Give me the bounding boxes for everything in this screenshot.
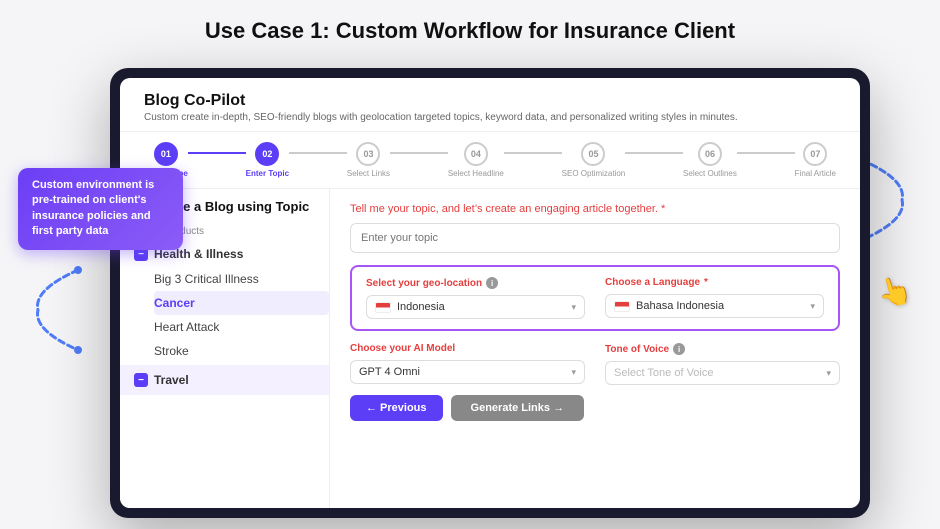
connector-1-2: [188, 152, 246, 154]
step-5[interactable]: 05 SEO Optimization: [562, 142, 626, 178]
connector-5-6: [625, 152, 683, 154]
step-3-circle: 03: [356, 142, 380, 166]
sidebar-item-cancer[interactable]: Cancer: [154, 291, 329, 315]
tablet-frame: Blog Co-Pilot Custom create in-depth, SE…: [110, 68, 870, 518]
tone-select[interactable]: Select Tone of Voice ▾: [605, 361, 840, 385]
sidebar-item-big3[interactable]: Big 3 Critical Illness: [154, 267, 329, 291]
step-2-label: Enter Topic: [246, 169, 289, 178]
lang-select[interactable]: Bahasa Indonesia ▾: [605, 294, 824, 318]
travel-expand-icon: −: [134, 373, 148, 387]
connector-6-7: [737, 152, 795, 154]
step-1-circle: 01: [154, 142, 178, 166]
step-3[interactable]: 03 Select Links: [347, 142, 390, 178]
geo-chevron-icon: ▾: [571, 302, 576, 313]
sidebar-item-stroke[interactable]: Stroke: [154, 339, 329, 363]
connector-3-4: [390, 152, 448, 154]
step-7-label: Final Article: [795, 169, 836, 178]
lang-required: *: [704, 277, 708, 288]
step-6-label: Select Outlines: [683, 169, 737, 178]
hand-cursor-icon: 👆: [873, 271, 915, 312]
generate-button[interactable]: Generate Links →: [451, 395, 585, 421]
bahasa-flag: [614, 301, 630, 312]
lang-label: Choose a Language *: [605, 277, 824, 288]
sidebar-item-heartattack[interactable]: Heart Attack: [154, 315, 329, 339]
sidebar-category-travel[interactable]: − Travel: [120, 365, 329, 395]
step-7[interactable]: 07 Final Article: [795, 142, 836, 178]
geo-value: Indonesia: [397, 301, 565, 313]
tone-info-icon: i: [673, 343, 685, 355]
model-group: Choose your AI Model GPT 4 Omni ▾: [350, 343, 585, 385]
lang-group: Choose a Language * Bahasa Indonesia ▾: [605, 277, 824, 319]
previous-button[interactable]: ← Previous: [350, 395, 443, 421]
right-content: Tell me your topic, and let’s create an …: [330, 189, 860, 508]
sidebar-health-items: Big 3 Critical Illness Cancer Heart Atta…: [120, 267, 329, 363]
page-title: Use Case 1: Custom Workflow for Insuranc…: [0, 0, 940, 56]
blog-subtitle: Custom create in-depth, SEO-friendly blo…: [144, 112, 836, 123]
travel-category-label: Travel: [154, 373, 189, 387]
model-select[interactable]: GPT 4 Omni ▾: [350, 360, 585, 384]
step-7-circle: 07: [803, 142, 827, 166]
model-label: Choose your AI Model: [350, 343, 585, 354]
form-buttons: ← Previous Generate Links →: [350, 395, 840, 421]
model-chevron-icon: ▾: [571, 367, 576, 378]
step-4[interactable]: 04 Select Headline: [448, 142, 504, 178]
indonesia-flag: [375, 302, 391, 313]
step-5-label: SEO Optimization: [562, 169, 626, 178]
geo-label: Select your geo-location i: [366, 277, 585, 289]
required-mark: *: [661, 203, 665, 215]
lang-value: Bahasa Indonesia: [636, 300, 804, 312]
geo-group: Select your geo-location i Indonesia ▾: [366, 277, 585, 319]
connector-2-3: [289, 152, 347, 154]
lang-chevron-icon: ▾: [810, 301, 815, 312]
blog-header: Blog Co-Pilot Custom create in-depth, SE…: [120, 78, 860, 132]
model-tone-row: Choose your AI Model GPT 4 Omni ▾ Tone o…: [350, 343, 840, 385]
topic-label: Tell me your topic, and let’s create an …: [350, 203, 840, 215]
topic-input[interactable]: [350, 223, 840, 253]
step-2[interactable]: 02 Enter Topic: [246, 142, 289, 178]
step-5-circle: 05: [581, 142, 605, 166]
stepper: 01 Select Type 02 Enter Topic 03 Select …: [120, 132, 860, 189]
geo-lang-box: Select your geo-location i Indonesia ▾ C…: [350, 265, 840, 331]
arc-left-decoration: [28, 260, 88, 360]
blog-title: Blog Co-Pilot: [144, 92, 836, 110]
step-4-label: Select Headline: [448, 169, 504, 178]
tone-group: Tone of Voice i Select Tone of Voice ▾: [605, 343, 840, 385]
model-value: GPT 4 Omni: [359, 366, 565, 378]
connector-4-5: [504, 152, 562, 154]
content-area: Generate a Blog using Topic Select Produ…: [120, 189, 860, 508]
step-3-label: Select Links: [347, 169, 390, 178]
tone-chevron-icon: ▾: [826, 368, 831, 379]
step-2-circle: 02: [255, 142, 279, 166]
tooltip-text: Custom environment is pre-trained on cli…: [32, 179, 154, 237]
step-4-circle: 04: [464, 142, 488, 166]
step-6[interactable]: 06 Select Outlines: [683, 142, 737, 178]
tooltip-box: Custom environment is pre-trained on cli…: [18, 168, 183, 250]
step-6-circle: 06: [698, 142, 722, 166]
tablet-screen: Blog Co-Pilot Custom create in-depth, SE…: [120, 78, 860, 508]
tone-placeholder: Select Tone of Voice: [614, 367, 820, 379]
geo-select[interactable]: Indonesia ▾: [366, 295, 585, 319]
tone-label: Tone of Voice i: [605, 343, 840, 355]
geo-info-icon: i: [486, 277, 498, 289]
